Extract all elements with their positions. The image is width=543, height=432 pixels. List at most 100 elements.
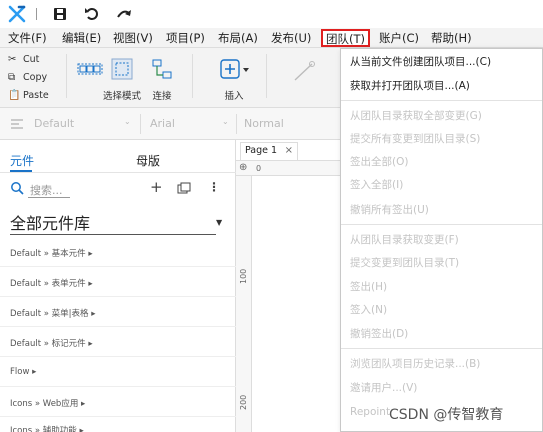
menu-item-check-in-all: 签入全部(I)	[350, 179, 404, 191]
library-item[interactable]: Icons » Web应用 ▸	[10, 397, 85, 409]
tab-masters[interactable]: 母版	[136, 152, 160, 169]
library-item[interactable]: Default » 菜单|表格 ▸	[10, 307, 96, 319]
copy-button[interactable]: ⧉ Copy	[8, 70, 47, 86]
menu-item-commit-changes: 提交变更到团队目录(T)	[350, 257, 460, 269]
library-item[interactable]: Default » 表单元件 ▸	[10, 277, 93, 289]
paste-label: Paste	[23, 90, 49, 101]
select-mode-button[interactable]: 选择模式	[102, 56, 142, 102]
menu-item-repoint: Repoint	[350, 406, 391, 418]
menu-item-get-all-changes: 从团队目录获取全部变更(G)	[350, 110, 482, 122]
ruler-label: 100	[239, 268, 248, 284]
divider	[0, 386, 236, 387]
menu-view[interactable]: 视图(V)	[113, 30, 153, 46]
menu-item-browse-history: 浏览团队项目历史记录...(B)	[350, 358, 481, 370]
tab-page-1[interactable]: Page 1 ×	[240, 142, 298, 160]
page-tab-label: Page 1	[245, 145, 278, 156]
library-item[interactable]: Default » 标记元件 ▸	[10, 337, 93, 349]
copy-label: Copy	[23, 72, 48, 83]
redo-icon[interactable]	[116, 6, 132, 22]
menu-item-get-changes: 从团队目录获取变更(F)	[350, 234, 459, 246]
menu-file[interactable]: 文件(F)	[8, 30, 47, 46]
search-row: 搜索... + ⋮	[10, 178, 226, 198]
divider	[0, 296, 236, 297]
clipboard-icon: 📋	[8, 90, 21, 101]
menu-publish[interactable]: 发布(U)	[271, 30, 311, 46]
select-mode-icon	[111, 58, 133, 80]
menu-item-undo-checkout: 撤销签出(D)	[350, 328, 409, 340]
insert-plus-icon	[220, 59, 249, 79]
connect-label: 连接	[152, 91, 172, 102]
style-brush-icon	[11, 119, 23, 129]
more-options-icon[interactable]: ⋮	[208, 180, 220, 194]
font-select[interactable]: Arial	[150, 116, 175, 132]
menu-item-create-team-project[interactable]: 从当前文件创建团队项目...(C)	[350, 54, 491, 70]
menu-separator	[341, 224, 542, 225]
close-icon[interactable]: ×	[285, 143, 293, 159]
divider	[0, 416, 236, 417]
menu-item-check-out: 签出(H)	[350, 281, 388, 293]
weight-select[interactable]: Normal	[244, 116, 284, 132]
ruler-label: 200	[239, 394, 248, 410]
watermark: CSDN @传智教育	[389, 407, 504, 423]
title-bar	[0, 0, 543, 28]
insert-button[interactable]: 插入	[214, 56, 254, 102]
app-logo-icon	[8, 5, 26, 23]
divider	[0, 172, 236, 173]
menu-edit[interactable]: 编辑(E)	[62, 30, 101, 46]
save-icon[interactable]	[52, 6, 68, 22]
tab-widgets[interactable]: 元件	[10, 152, 34, 169]
cut-label: Cut	[23, 54, 40, 65]
menu-item-invite-users: 邀请用户...(V)	[350, 382, 418, 394]
divider	[0, 266, 236, 267]
search-input[interactable]: 搜索...	[30, 182, 63, 198]
chevron-down-icon: ⌄	[222, 117, 229, 126]
ruler-label: 0	[256, 164, 262, 173]
library-selector[interactable]: 全部元件库	[10, 210, 90, 234]
search-underline	[28, 197, 70, 198]
crosshair-icon: ⊕	[239, 162, 248, 173]
style-select[interactable]: Default	[34, 116, 74, 132]
menu-separator	[341, 348, 542, 349]
menu-help[interactable]: 帮助(H)	[431, 30, 472, 46]
menu-item-check-in: 签入(N)	[350, 304, 388, 316]
menu-team[interactable]: 团队(T)	[321, 29, 370, 47]
paste-button[interactable]: 📋 Paste	[8, 88, 49, 104]
add-library-icon[interactable]: +	[150, 178, 163, 196]
cut-button[interactable]: ✂ Cut	[8, 52, 39, 68]
copy-icon: ⧉	[8, 72, 16, 83]
vertical-ruler: 100 200	[236, 176, 252, 432]
library-item[interactable]: Default » 基本元件 ▸	[10, 247, 93, 259]
chevron-down-icon: ⌄	[124, 117, 131, 126]
group-select-icon	[77, 63, 103, 75]
library-item[interactable]: Flow ▸	[10, 367, 36, 377]
menu-layout[interactable]: 布局(A)	[218, 30, 258, 46]
menu-project[interactable]: 项目(P)	[166, 30, 205, 46]
scissors-icon: ✂	[8, 54, 17, 65]
library-item[interactable]: Icons » 辅助功能 ▸	[10, 424, 84, 432]
team-menu-dropdown: 从当前文件创建团队项目...(C) 获取并打开团队项目...(A) 从团队目录获…	[340, 48, 543, 432]
menu-item-check-out-all: 签出全部(O)	[350, 156, 409, 168]
menu-item-commit-all-changes: 提交所有变更到团队目录(S)	[350, 133, 481, 145]
divider	[0, 326, 236, 327]
menu-separator	[341, 100, 542, 101]
title-separator	[36, 8, 37, 20]
format-divider	[140, 114, 141, 134]
connector-icon	[152, 59, 172, 79]
insert-label: 插入	[224, 91, 244, 102]
menu-bar: 文件(F) 编辑(E) 视图(V) 项目(P) 布局(A) 发布(U) 团队(T…	[0, 28, 543, 48]
undo-icon[interactable]	[84, 6, 100, 22]
toolbar-divider	[66, 54, 67, 98]
point-tool-icon[interactable]	[292, 60, 316, 84]
divider	[0, 356, 236, 357]
menu-item-get-team-project[interactable]: 获取并打开团队项目...(A)	[350, 78, 470, 94]
connect-button[interactable]: 连接	[142, 56, 182, 102]
library-underline	[10, 234, 216, 235]
library-import-icon[interactable]	[177, 181, 191, 195]
menu-account[interactable]: 账户(C)	[379, 30, 419, 46]
toolbar-divider	[192, 54, 193, 98]
library-panel: 元件 母版 搜索... + ⋮ 全部元件库 ▼ Default » 基本元件 ▸…	[0, 140, 236, 432]
search-icon	[11, 182, 24, 195]
menu-item-undo-all-checkouts: 撤销所有签出(U)	[350, 204, 429, 216]
chevron-down-icon: ▼	[216, 218, 223, 227]
toolbar-divider	[266, 54, 267, 98]
